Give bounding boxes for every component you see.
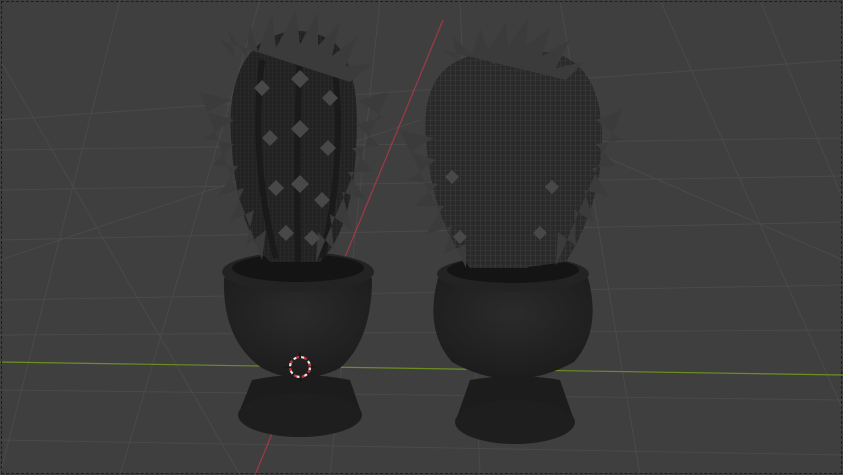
cactus-right[interactable]	[400, 18, 622, 444]
3d-viewport[interactable]	[0, 0, 843, 475]
y-axis-line	[0, 361, 843, 376]
cactus-left[interactable]	[200, 10, 388, 437]
viewport-canvas[interactable]	[0, 0, 843, 475]
